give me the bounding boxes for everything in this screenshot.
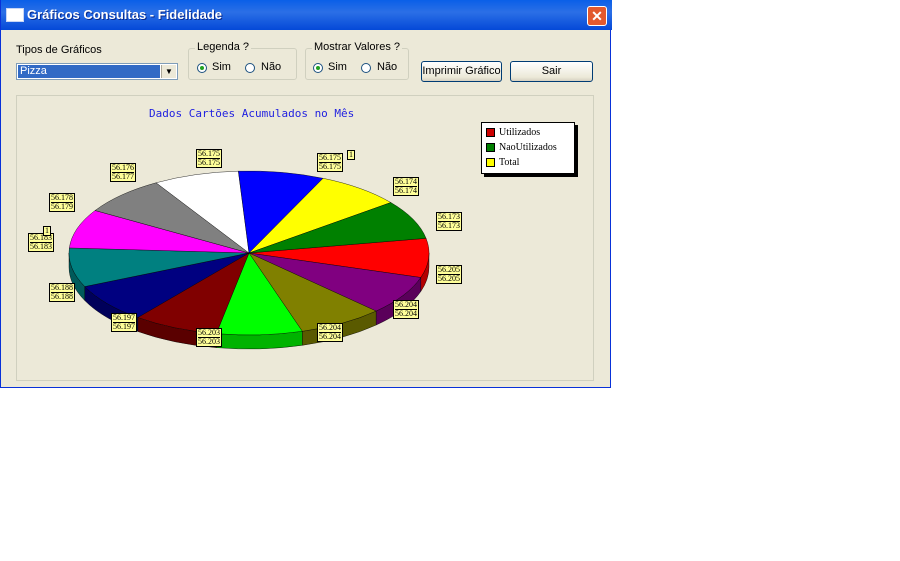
slice-value-label: 56.174 56.174 — [393, 177, 419, 196]
slice-value-label: 56.176 56.177 — [110, 163, 136, 182]
legend-swatch — [486, 158, 495, 168]
slice-value-label: 56.175 56.175 — [196, 149, 222, 168]
slice-value-label: 56.205 56.205 — [436, 265, 462, 284]
slice-value-label: 56.197 56.197 — [111, 313, 137, 332]
slice-value-label: 56.204 56.204 — [393, 300, 419, 319]
slice-value-label: 56.203 56.203 — [196, 328, 222, 347]
legend-item-utilizados: Utilizados — [486, 127, 540, 139]
pie-chart — [68, 170, 430, 350]
slice-value-label: 56.175 56.175 — [317, 153, 343, 172]
legend-item-naoutilizados: NaoUtilizados — [486, 142, 557, 154]
extra-value-label: 1 — [43, 226, 51, 236]
slice-value-label: 56.173 56.173 — [436, 212, 462, 231]
legend-swatch — [486, 128, 495, 138]
legend-item-total: Total — [486, 157, 519, 169]
chart-legend: Utilizados NaoUtilizados Total — [481, 122, 575, 174]
app-window: Gráficos Consultas - Fidelidade ✕ Tipos … — [0, 0, 612, 388]
extra-value-label: 1 — [347, 150, 355, 160]
slice-value-label: 56.204 56.204 — [317, 323, 343, 342]
slice-value-label: 56.178 56.179 — [49, 193, 75, 212]
legend-swatch — [486, 143, 495, 153]
slice-value-label: 56.188 56.188 — [49, 283, 75, 302]
